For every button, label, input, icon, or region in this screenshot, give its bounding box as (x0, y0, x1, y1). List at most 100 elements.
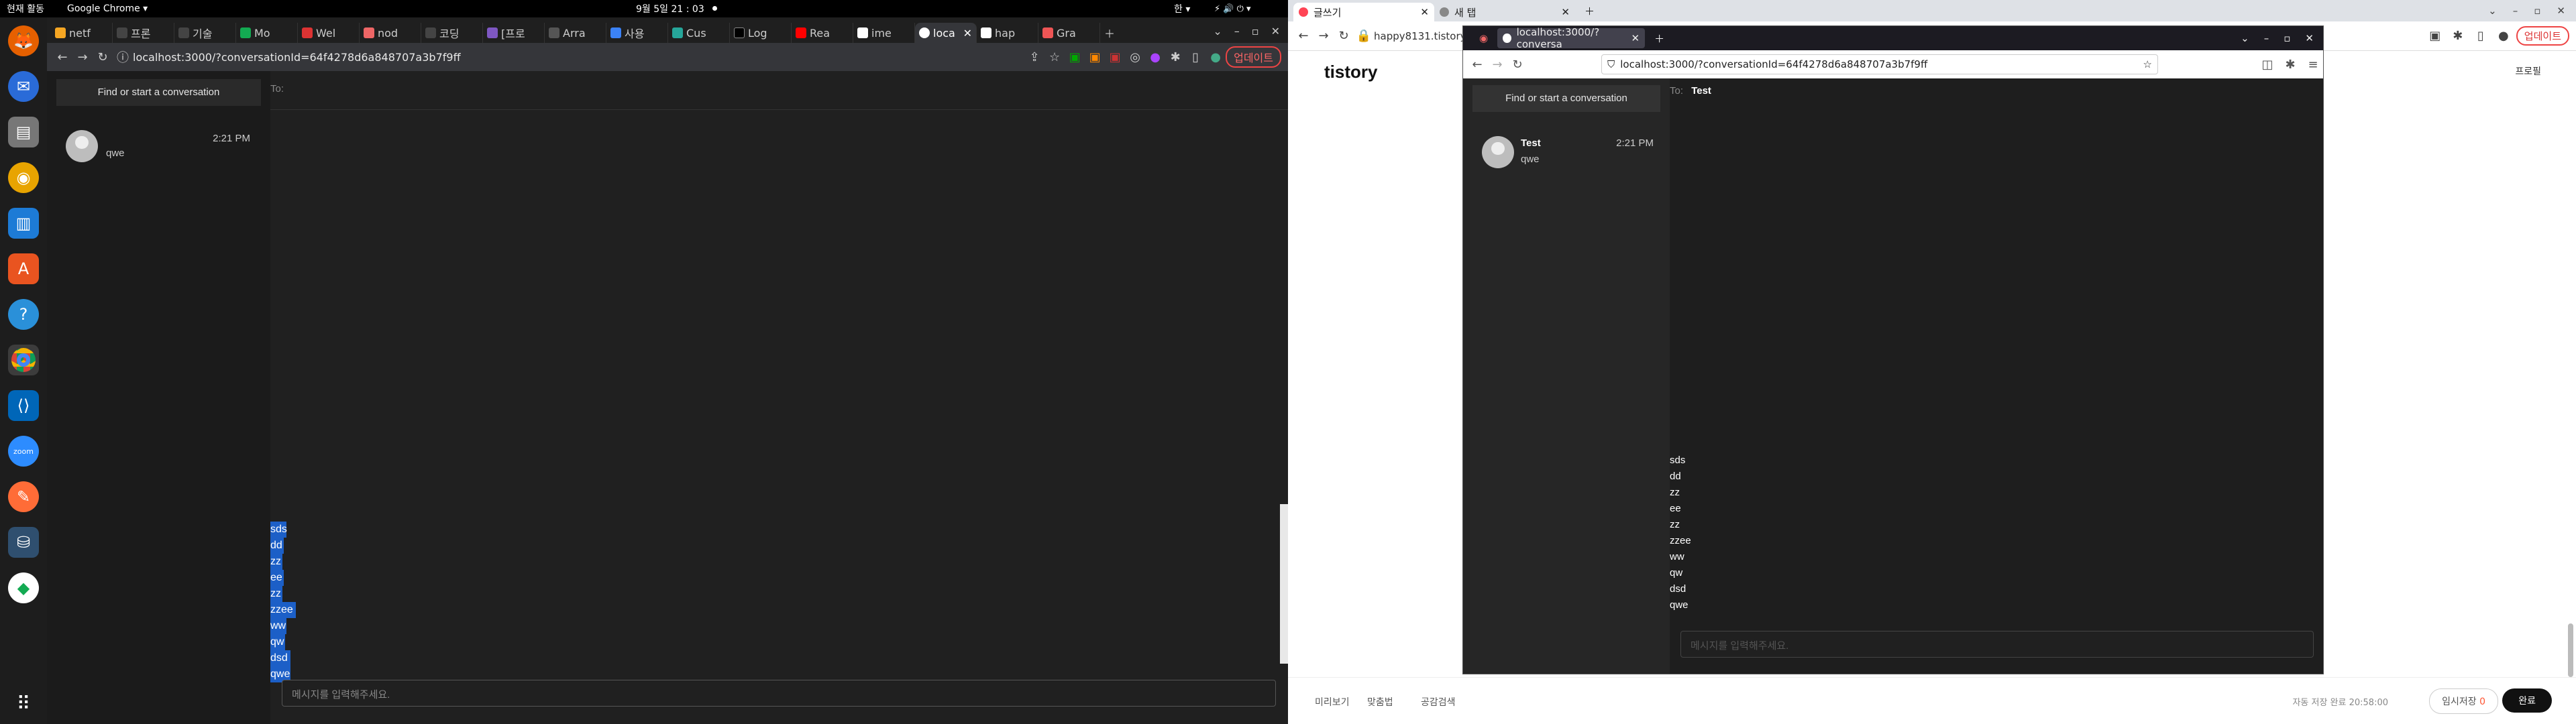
message-input[interactable]: 메시지를 입력해주세요. (282, 680, 1276, 707)
postman-icon[interactable]: ✎ (8, 481, 39, 512)
extension-icon[interactable]: ▣ (1105, 47, 1125, 67)
preview-button[interactable]: 미리보기 (1315, 695, 1350, 709)
browser-tab[interactable]: nod (360, 23, 421, 43)
mongodb-icon[interactable]: ◆ (8, 572, 39, 603)
close-window-icon[interactable]: ✕ (1271, 25, 1280, 38)
pocket-icon[interactable]: ◫ (2257, 54, 2277, 74)
address-bar[interactable]: localhost:3000/?conversationId=64f4278d6… (133, 51, 1024, 64)
close-icon[interactable]: ✕ (1420, 6, 1429, 18)
clock[interactable]: 9월 5일 21 : 03 (636, 2, 704, 15)
scrollbar[interactable] (2568, 623, 2573, 677)
close-icon[interactable]: ✕ (1631, 32, 1640, 44)
side-panel-icon[interactable]: ▯ (2471, 26, 2491, 46)
firefox-icon[interactable]: 🦊 (8, 25, 39, 56)
new-tab-button[interactable]: ＋ (1100, 23, 1127, 43)
maximize-icon[interactable]: ▫ (1252, 25, 1259, 38)
bookmark-star-icon[interactable]: ☆ (2143, 58, 2152, 70)
forward-icon[interactable]: → (1487, 54, 1507, 74)
conversation-item[interactable]: 2:21 PM qwe (47, 125, 270, 168)
browser-tab-active[interactable]: loca ✕ (915, 23, 977, 43)
new-tab-button[interactable]: ＋ (1585, 4, 1595, 18)
minimize-icon[interactable]: – (2513, 5, 2518, 17)
browser-tab[interactable]: 새 탭 ✕ (1434, 3, 1575, 21)
browser-tab-active[interactable]: localhost:3000/?conversa ✕ (1497, 26, 1646, 50)
extensions-puzzle-icon[interactable]: ✱ (1165, 47, 1185, 67)
browser-tab[interactable]: hap (977, 23, 1038, 43)
input-language[interactable]: 한 ▾ (1174, 2, 1190, 15)
help-icon[interactable]: ? (8, 299, 39, 330)
tab-search-icon[interactable]: ⌄ (2488, 5, 2497, 17)
app-menu[interactable]: Google Chrome ▾ (67, 3, 148, 14)
software-icon[interactable]: A (8, 253, 39, 284)
browser-tab-active[interactable]: 글쓰기 ✕ (1293, 3, 1434, 21)
extension-icon[interactable]: ● (1145, 47, 1165, 67)
extensions-puzzle-icon[interactable]: ✱ (2448, 26, 2468, 46)
close-icon[interactable]: ✕ (963, 27, 972, 40)
reload-icon[interactable]: ↻ (1507, 54, 1527, 74)
back-icon[interactable]: ← (52, 47, 72, 67)
forward-icon[interactable]: → (1313, 26, 1334, 46)
browser-tab[interactable]: 프론 (113, 23, 174, 43)
profile-menu[interactable]: 프로필 (2515, 64, 2541, 78)
browser-tab[interactable]: [프로 (483, 23, 545, 43)
browser-tab[interactable]: 기술 (174, 23, 236, 43)
mysql-workbench-icon[interactable]: ⛁ (8, 527, 39, 558)
thunderbird-icon[interactable]: ✉ (8, 71, 39, 102)
new-tab-button[interactable]: ＋ (1654, 32, 1664, 46)
message-input[interactable]: 메시지를 입력해주세요. (1680, 631, 2314, 658)
browser-tab[interactable]: 사용 (606, 23, 668, 43)
browser-tab[interactable]: netf (51, 23, 113, 43)
chrome-icon[interactable] (8, 345, 39, 375)
browser-tab[interactable]: ime (853, 23, 915, 43)
browser-tab[interactable]: 코딩 (421, 23, 483, 43)
activities-button[interactable]: 현재 활동 (7, 2, 44, 15)
side-panel-icon[interactable]: ▯ (1185, 47, 1205, 67)
maximize-icon[interactable]: ▫ (2284, 32, 2290, 44)
address-bar[interactable]: ⛉ localhost:3000/?conversationId=64f4278d… (1601, 54, 2158, 74)
files-icon[interactable]: ▤ (8, 117, 39, 147)
forward-icon[interactable]: → (72, 47, 93, 67)
temp-save-button[interactable]: 임시저장 0 (2429, 688, 2498, 714)
reload-icon[interactable]: ↻ (93, 47, 113, 67)
browser-tab[interactable]: Wel (298, 23, 360, 43)
tab-search-icon[interactable]: ⌄ (1213, 25, 1222, 38)
extension-icon[interactable]: ◎ (1125, 47, 1145, 67)
update-button[interactable]: 업데이트 (2516, 26, 2569, 46)
writer-icon[interactable]: ▥ (8, 208, 39, 239)
zoom-icon[interactable]: zoom (8, 436, 39, 467)
close-window-icon[interactable]: ✕ (2305, 32, 2314, 44)
avatar-icon[interactable]: ● (1205, 47, 1226, 67)
extension-icon[interactable]: ▣ (2425, 26, 2445, 46)
tistory-logo[interactable]: tistory (1324, 62, 1377, 82)
firefox-view-icon[interactable]: ◉ (1479, 32, 1488, 44)
back-icon[interactable]: ← (1293, 26, 1313, 46)
browser-tab[interactable]: Arra (545, 23, 606, 43)
menu-icon[interactable]: ≡ (2303, 54, 2323, 74)
minimize-icon[interactable]: – (1234, 25, 1240, 38)
extension-icon[interactable]: ▣ (1085, 47, 1105, 67)
browser-tab[interactable]: Cus (668, 23, 730, 43)
publish-button[interactable]: 완료 (2502, 688, 2552, 713)
rhythmbox-icon[interactable]: ◉ (8, 162, 39, 193)
browser-tab[interactable]: Rea (792, 23, 853, 43)
update-button[interactable]: 업데이트 (1226, 46, 1281, 68)
minimize-icon[interactable]: – (2264, 32, 2269, 44)
close-window-icon[interactable]: ✕ (2557, 5, 2565, 17)
app-grid-icon[interactable]: ⠿ (8, 688, 39, 719)
avatar-icon[interactable]: ● (2493, 26, 2514, 46)
back-icon[interactable]: ← (1467, 54, 1487, 74)
site-info-icon[interactable]: ⓘ (113, 47, 133, 67)
bookmark-star-icon[interactable]: ☆ (1044, 47, 1065, 67)
close-icon[interactable]: ✕ (1561, 6, 1570, 18)
browser-tab[interactable]: Mo (236, 23, 298, 43)
maximize-icon[interactable]: ▫ (2534, 5, 2540, 17)
extensions-icon[interactable]: ✱ (2280, 54, 2300, 74)
public-search-button[interactable]: 공감검색 (1421, 695, 1456, 709)
share-icon[interactable]: ⇪ (1024, 47, 1044, 67)
extension-icon[interactable]: ▣ (1065, 47, 1085, 67)
conversation-item[interactable]: Test 2:21 PM qwe (1463, 129, 1670, 172)
reload-icon[interactable]: ↻ (1334, 26, 1354, 46)
find-conversation-button[interactable]: Find or start a conversation (56, 79, 261, 106)
tab-list-icon[interactable]: ⌄ (2241, 32, 2249, 44)
spellcheck-button[interactable]: 맞춤법 (1367, 695, 1393, 709)
